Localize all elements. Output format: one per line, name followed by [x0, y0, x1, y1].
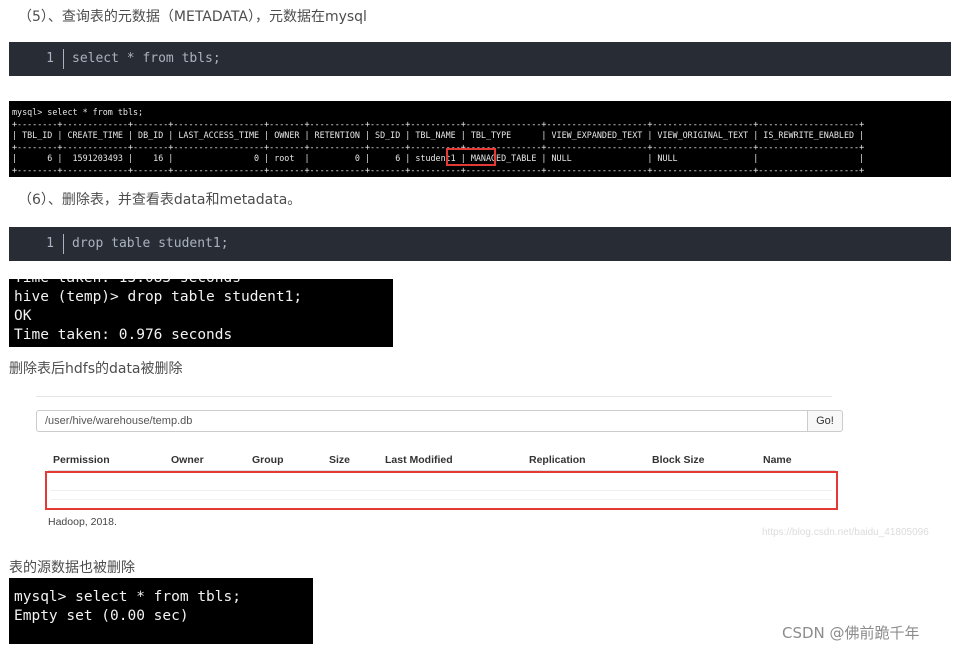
tbl-name-highlight — [446, 148, 496, 166]
hdfs-browser-panel: /user/hive/warehouse/temp.db Go! Permiss… — [36, 390, 846, 540]
column-header-last-modified[interactable]: Last Modified — [385, 454, 453, 466]
mysql-tbls-output: mysql> select * from tbls; +--------+---… — [9, 101, 951, 177]
hdfs-note: 删除表后hdfs的data被删除 — [9, 361, 183, 377]
step5-heading: （5）、查询表的元数据（METADATA），元数据在mysql — [18, 9, 367, 25]
line-number: 1 — [46, 236, 54, 251]
panel-divider — [36, 396, 832, 397]
code-line: drop table student1; — [72, 236, 229, 251]
empty-listing-highlight — [45, 471, 838, 510]
table-border-mid: +--------+-------------+-------+--------… — [12, 141, 865, 152]
mysql-prompt-line: mysql> select * from tbls; — [12, 107, 144, 117]
step6-heading: （6）、删除表，并查看表data和metadata。 — [18, 192, 302, 208]
terminal-line: Empty set (0.00 sec) — [14, 608, 189, 624]
faint-url-watermark: https://blog.csdn.net/baidu_41805096 — [762, 527, 929, 538]
line-number: 1 — [46, 51, 54, 66]
hadoop-footer: Hadoop, 2018. — [48, 516, 117, 528]
terminal-line: Time taken: 13.083 seconds — [9, 279, 393, 288]
code-block-select: 1 select * from tbls; — [9, 42, 951, 76]
table-data-row: | 6 | 1591203493 | 16 | 0 | root | 0 | 6… — [12, 153, 865, 163]
table-border-top: +--------+-------------+-------+--------… — [12, 118, 865, 129]
code-line: select * from tbls; — [72, 51, 221, 66]
mysql-terminal: mysql> select * from tbls; Empty set (0.… — [9, 578, 313, 644]
code-block-drop: 1 drop table student1; — [9, 227, 951, 261]
hdfs-path-input[interactable]: /user/hive/warehouse/temp.db — [36, 410, 807, 432]
metadata-note: 表的源数据也被删除 — [9, 560, 135, 576]
terminal-line: OK — [14, 308, 32, 324]
gutter-divider — [63, 234, 64, 254]
hive-terminal: Time taken: 13.083 seconds hive (temp)> … — [9, 279, 393, 347]
terminal-line: hive (temp)> drop table student1; — [14, 289, 303, 305]
column-header-block-size[interactable]: Block Size — [652, 454, 705, 466]
go-button[interactable]: Go! — [807, 410, 843, 432]
csdn-watermark: CSDN @佛前跪千年 — [782, 624, 920, 642]
column-header-replication[interactable]: Replication — [529, 454, 586, 466]
column-header-owner[interactable]: Owner — [171, 454, 204, 466]
terminal-line: mysql> select * from tbls; — [14, 589, 241, 605]
gutter-divider — [63, 49, 64, 69]
column-header-name[interactable]: Name — [763, 454, 792, 466]
table-border-bottom: +--------+-------------+-------+--------… — [12, 164, 865, 175]
column-header-group[interactable]: Group — [252, 454, 284, 466]
column-header-size[interactable]: Size — [329, 454, 350, 466]
terminal-line: Time taken: 0.976 seconds — [14, 327, 233, 343]
table-header-row: | TBL_ID | CREATE_TIME | DB_ID | LAST_AC… — [12, 130, 865, 140]
column-header-permission[interactable]: Permission — [53, 454, 110, 466]
